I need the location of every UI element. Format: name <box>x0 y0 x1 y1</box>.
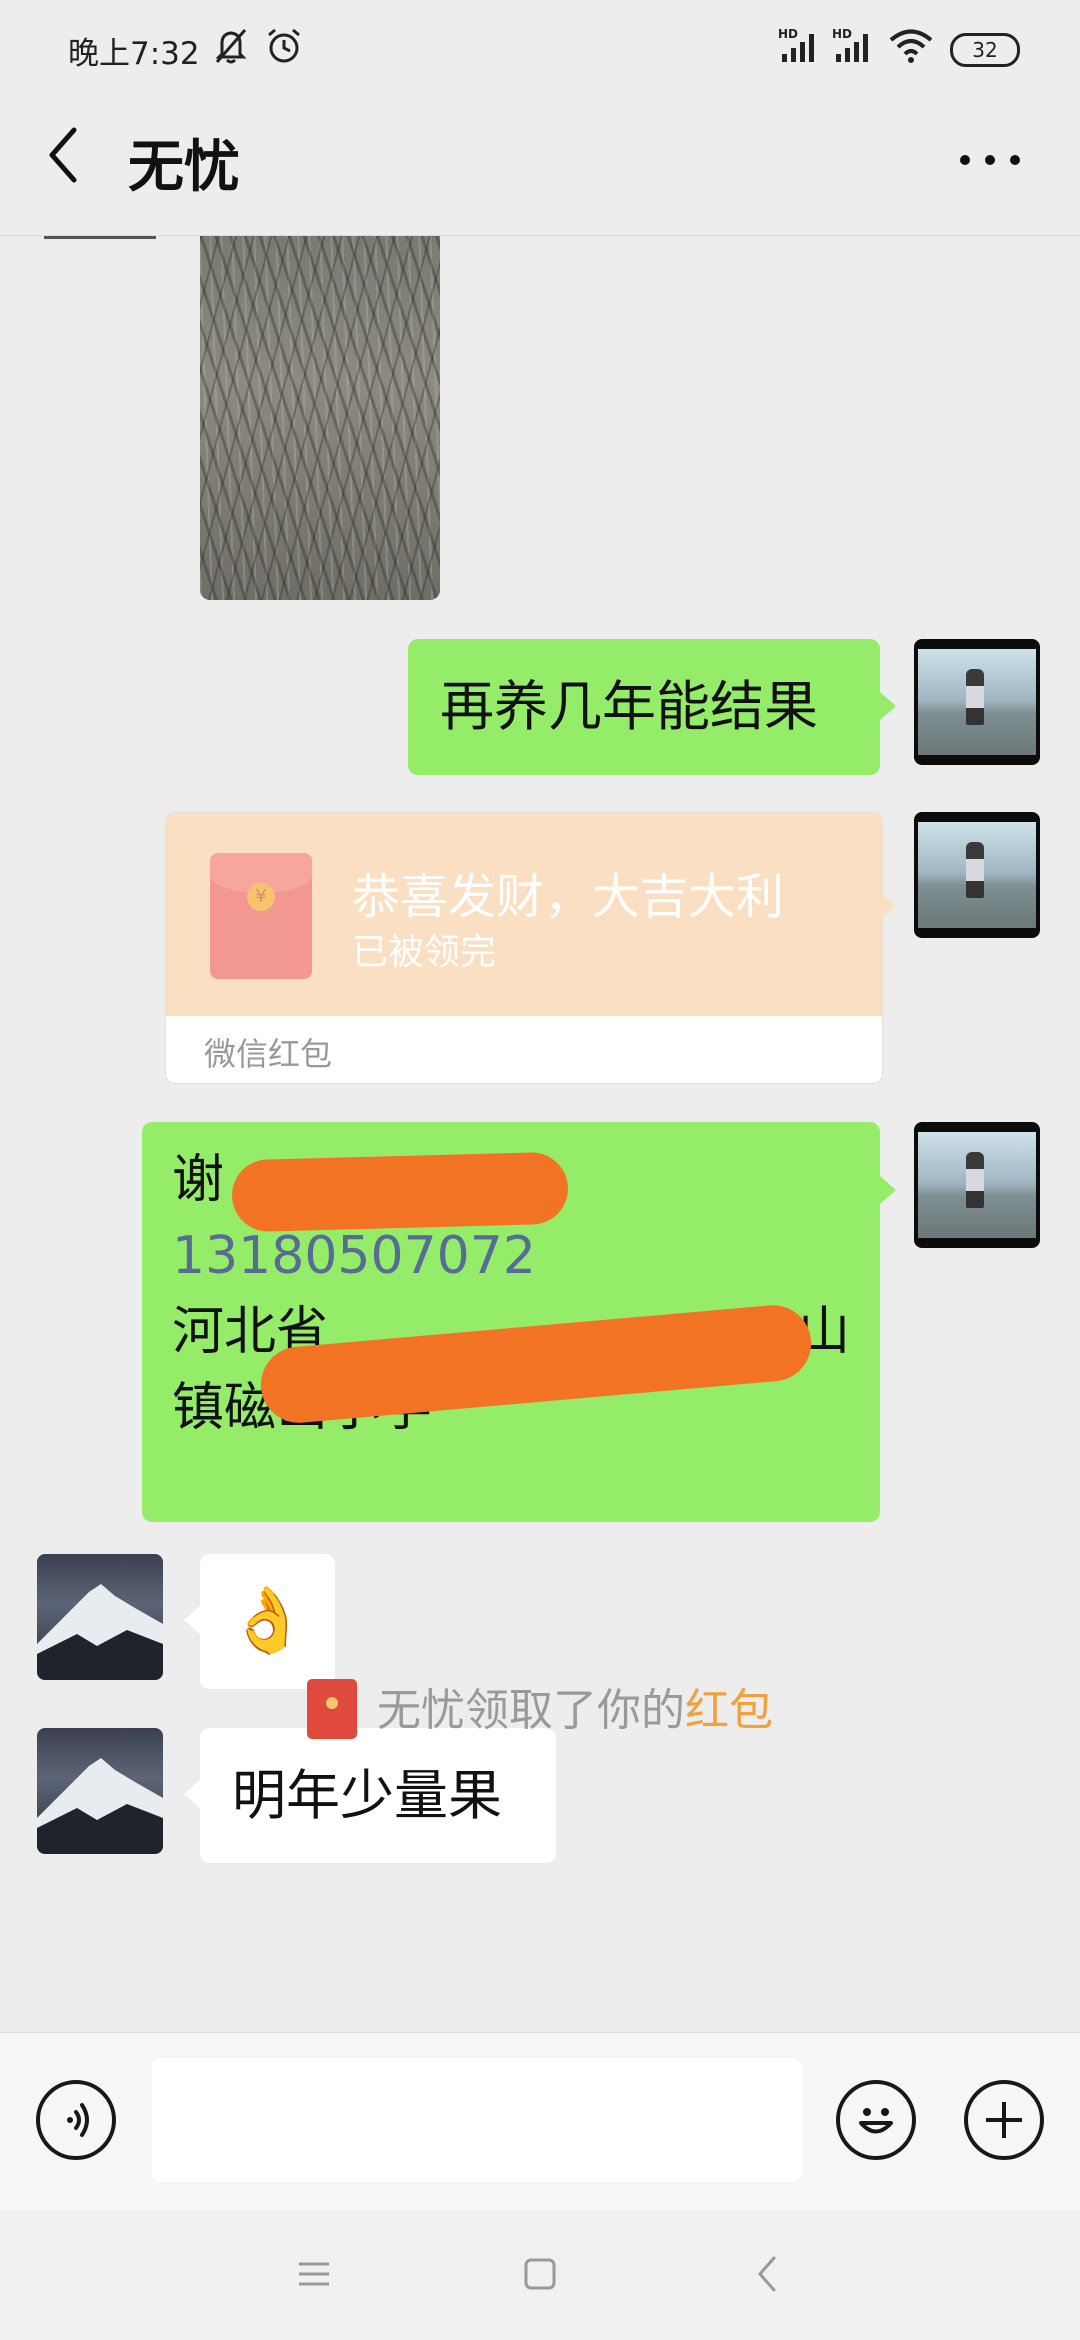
red-packet-status: 已被领完 <box>352 932 497 973</box>
avatar[interactable] <box>914 1122 1040 1248</box>
avatar[interactable] <box>37 1554 163 1680</box>
image-message[interactable] <box>200 236 440 600</box>
message-bubble-me[interactable]: 再养几年能结果 <box>408 639 880 775</box>
red-packet-label: 微信红包 <box>204 1035 333 1073</box>
ok-hand-emoji: 👌 <box>227 1584 308 1658</box>
bubble-tail <box>880 892 896 920</box>
message-input[interactable] <box>152 2058 802 2182</box>
redaction-mark <box>231 1151 569 1233</box>
bubble-tail <box>880 1176 896 1204</box>
plus-icon <box>986 2102 1022 2138</box>
status-time: 晚上7:32 <box>68 36 200 72</box>
red-packet-title: 恭喜发财，大吉大利 <box>352 869 785 925</box>
red-packet-top: ¥ 恭喜发财，大吉大利 已被领完 <box>166 813 882 1016</box>
emoji-button[interactable] <box>836 2080 916 2160</box>
chat-area[interactable]: 再养几年能结果 ¥ 恭喜发财，大吉大利 已被领完 微信红包 谢 13180507… <box>0 236 1080 2032</box>
back-icon[interactable] <box>752 2252 782 2296</box>
chat-title: 无忧 <box>128 135 240 200</box>
battery-icon: 32 <box>950 33 1020 67</box>
voice-button[interactable] <box>36 2080 116 2160</box>
system-notice-text: 无忧领取了你的 <box>377 1685 685 1736</box>
chevron-left-icon[interactable] <box>40 120 90 190</box>
red-packet-card[interactable]: ¥ 恭喜发财，大吉大利 已被领完 微信红包 <box>165 812 883 1084</box>
red-envelope-icon: ¥ <box>210 853 312 979</box>
message-bubble-other[interactable]: 👌 <box>200 1554 335 1689</box>
avatar[interactable] <box>914 812 1040 938</box>
bubble-tail <box>184 1780 200 1808</box>
menu-icon[interactable] <box>296 2254 332 2294</box>
message-text: 明年少量果 <box>232 1764 502 1827</box>
avatar[interactable] <box>37 1728 163 1854</box>
system-notice: 无忧领取了你的红包 <box>0 1676 1080 1746</box>
home-icon[interactable] <box>520 2254 560 2294</box>
bubble-tail <box>880 692 896 720</box>
red-packet-icon <box>307 1679 357 1739</box>
mute-icon <box>215 29 247 64</box>
more-dots-icon[interactable] <box>955 135 1025 185</box>
hd-signal-icon: HD <box>832 27 868 62</box>
avatar-edge <box>44 236 156 239</box>
avatar[interactable] <box>914 639 1040 765</box>
message-text: 再养几年能结果 <box>440 675 818 738</box>
svg-text:HD: HD <box>778 27 798 41</box>
emoji-icon <box>859 2108 893 2134</box>
svg-text:HD: HD <box>832 27 852 41</box>
wifi-icon <box>889 29 933 63</box>
alarm-icon <box>268 28 300 63</box>
red-packet-link[interactable]: 红包 <box>685 1685 773 1736</box>
plus-button[interactable] <box>964 2080 1044 2160</box>
message-bubble-other[interactable]: 明年少量果 <box>200 1728 556 1863</box>
bubble-tail <box>184 1606 200 1634</box>
hd-signal-icon: HD <box>778 27 814 62</box>
voice-icon <box>67 2103 89 2137</box>
